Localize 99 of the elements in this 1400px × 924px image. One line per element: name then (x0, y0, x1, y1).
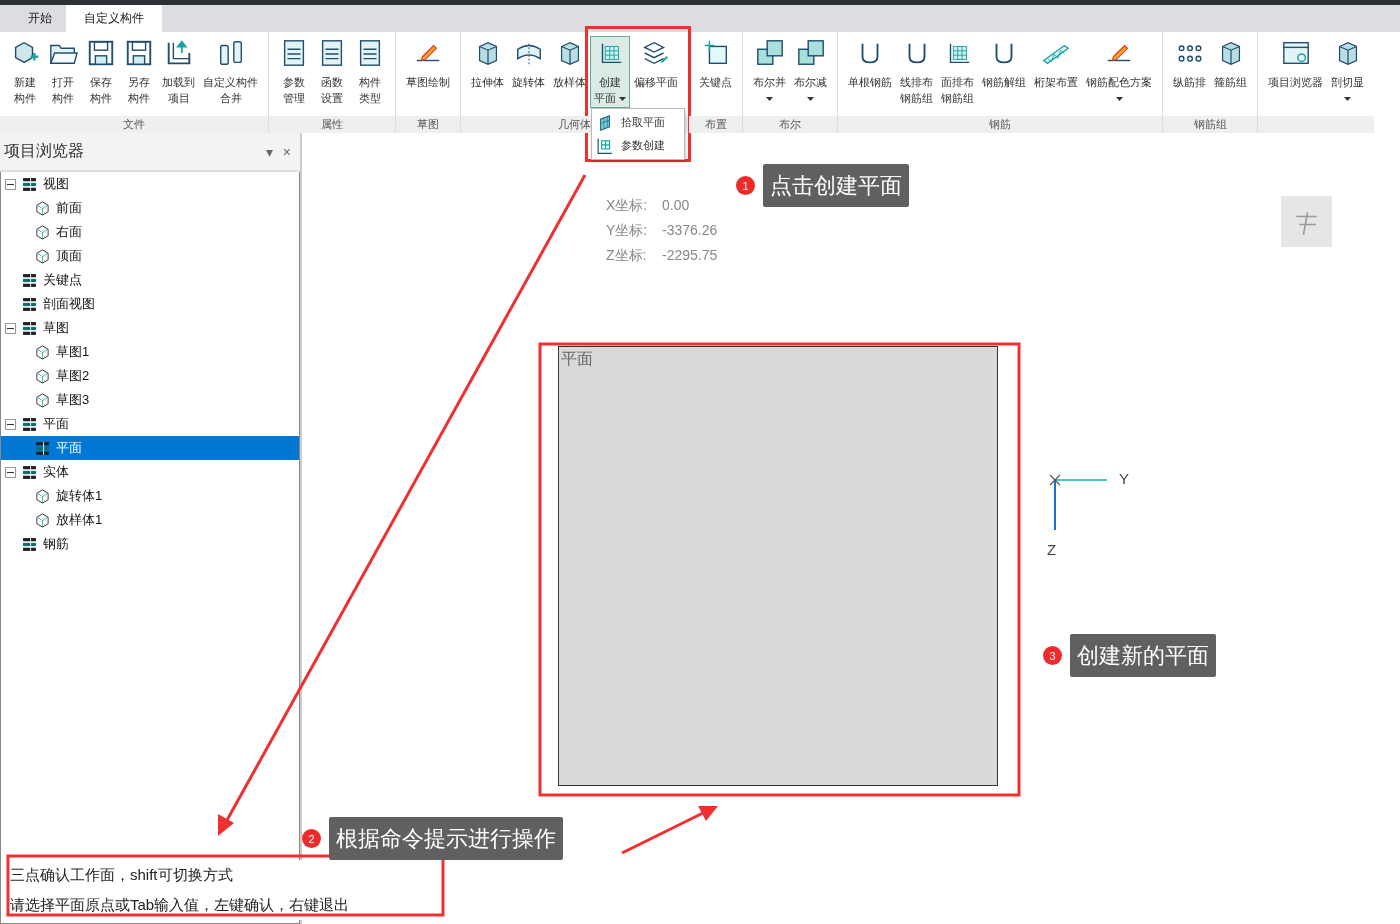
ribbon-button[interactable]: 项目浏览器 (1264, 36, 1327, 92)
tree-item[interactable]: 草图2 (1, 364, 299, 388)
ribbon-button[interactable]: 打开 构件 (44, 36, 82, 108)
tree-item[interactable]: 实体 (1, 460, 299, 484)
cube-icon (35, 368, 50, 384)
ribbon-button[interactable]: 另存 构件 (120, 36, 158, 108)
axis-label: Y (1119, 470, 1129, 487)
callout-label: 根据命令提示进行操作 (329, 817, 563, 860)
ribbon-button[interactable]: 剖切显 (1327, 36, 1368, 108)
coordinate-value: -3376.26 (662, 221, 718, 240)
ribbon-tab[interactable]: 自定义构件 (66, 5, 162, 32)
tree-item[interactable]: 草图 (1, 316, 299, 340)
stack-icon (22, 176, 37, 192)
stack-icon (22, 464, 37, 480)
ribbon-button[interactable]: 新建 构件 (6, 36, 44, 108)
collapse-icon[interactable] (5, 322, 16, 334)
ribbon-group-label: 钢筋组 (1163, 116, 1257, 133)
stack-icon (22, 296, 37, 312)
ribbon-group-label: 属性 (269, 116, 395, 133)
close-button[interactable]: × (277, 143, 296, 160)
tree-item[interactable]: 旋转体1 (1, 484, 299, 508)
tree-item[interactable]: 放样体1 (1, 508, 299, 532)
callout-label: 创建新的平面 (1070, 634, 1216, 677)
ribbon-group-label: 布尔 (743, 116, 837, 133)
step-number-badge: 2 (302, 829, 321, 848)
tree-item[interactable]: 草图1 (1, 340, 299, 364)
coordinate-label: Z坐标: (606, 246, 648, 265)
collapse-icon[interactable] (5, 418, 16, 430)
floppy-disk-pen-icon (124, 38, 154, 68)
menu-item[interactable]: 参数创建 (592, 134, 684, 157)
tree-item[interactable]: 平面 (1, 412, 299, 436)
ribbon-button[interactable]: 面排布 钢筋组 (937, 36, 978, 108)
collapse-icon[interactable] (5, 178, 16, 190)
coordinate-label: Y坐标: (606, 221, 649, 240)
stack-icon (22, 320, 37, 336)
cube-icon (35, 488, 50, 504)
ribbon-button[interactable]: 布尔减 (790, 36, 831, 108)
ribbon-group-label: 钢筋 (838, 116, 1162, 133)
ribbon-button[interactable]: 草图绘制 (402, 36, 454, 92)
step-number-badge: 1 (736, 176, 755, 195)
tree-item[interactable]: 剖面视图 (1, 292, 299, 316)
cube-icon (35, 200, 50, 216)
ribbon-group-label: 文件 (0, 116, 268, 133)
axes-grid-icon (597, 137, 613, 154)
stack-icon (22, 416, 37, 432)
ribbon-group-label: 布置 (689, 116, 742, 133)
union-icon (754, 38, 785, 68)
coordinate-value: 0.00 (662, 196, 690, 215)
ribbon-button[interactable]: 参数 管理 (275, 36, 313, 108)
command-prompt-text: 请选择平面原点或Tab输入值，左键确认，右键退出 (9, 895, 351, 915)
ribbon-button[interactable]: 桁架布置 (1030, 36, 1082, 92)
cube-icon (35, 248, 50, 264)
ribbon-button[interactable]: 偏移平面 (630, 36, 682, 92)
ribbon-button[interactable]: 箍筋组 (1210, 36, 1251, 92)
plane-label: 平面 (561, 349, 593, 370)
ribbon-button[interactable]: 关键点 (695, 36, 736, 92)
cube-icon (35, 344, 50, 360)
axis-label: Z (1047, 541, 1057, 558)
ribbon-button[interactable]: 加载到 项目 (158, 36, 199, 108)
ribbon-button[interactable]: 钢筋解组 (978, 36, 1030, 92)
ribbon-group-label: 草图 (396, 116, 460, 133)
ribbon-button[interactable]: 拉伸体 (467, 36, 508, 92)
coordinate-label: X坐标: (606, 196, 649, 215)
ribbon-button[interactable]: 放样体 (549, 36, 590, 92)
stack-icon (22, 536, 37, 552)
collapse-icon[interactable] (5, 466, 16, 478)
ribbon-button[interactable]: 线排布 钢筋组 (896, 36, 937, 108)
cube-icon (35, 512, 50, 528)
ribbon-button[interactable]: 布尔并 (749, 36, 790, 108)
ribbon-button[interactable]: 自定义构件 合并 (199, 36, 262, 108)
tree-item[interactable]: 平面 (1, 436, 299, 460)
tree-item[interactable]: 右面 (1, 220, 299, 244)
panel-menu-button[interactable]: ▾ (260, 143, 278, 160)
tree-item[interactable]: 草图3 (1, 388, 299, 412)
tree-item[interactable]: 关键点 (1, 268, 299, 292)
stack-icon (35, 440, 50, 456)
command-prompt-text: 三点确认工作面，shift可切换方式 (9, 865, 234, 885)
cube-icon (35, 392, 50, 408)
panel-title: 项目浏览器 (4, 141, 85, 161)
tree-item[interactable]: 顶面 (1, 244, 299, 268)
ribbon-button[interactable]: 单根钢筋 (844, 36, 896, 92)
coordinate-value: -2295.75 (662, 246, 718, 265)
ribbon-button[interactable]: 创建 平面 (590, 36, 630, 108)
ribbon-button[interactable]: 钢筋配色方案 (1082, 36, 1156, 108)
ribbon-button[interactable]: 旋转体 (508, 36, 549, 92)
ribbon-button[interactable]: 构件 类型 (351, 36, 389, 108)
ribbon-button[interactable]: 保存 构件 (82, 36, 120, 108)
subtract-icon (795, 38, 826, 68)
ribbon-button[interactable]: 纵筋排 (1169, 36, 1210, 92)
grid-plane-icon (600, 114, 610, 131)
callout-label: 点击创建平面 (763, 164, 909, 207)
stack-icon (22, 272, 37, 288)
step-number-badge: 3 (1043, 646, 1062, 665)
cube-icon (35, 224, 50, 240)
tree-item[interactable]: 视图 (1, 172, 299, 196)
tree-item[interactable]: 钢筋 (1, 532, 299, 556)
ribbon-button[interactable]: 函数 设置 (313, 36, 351, 108)
tree-item[interactable]: 前面 (1, 196, 299, 220)
ribbon-tab[interactable]: 开始 (14, 5, 66, 32)
